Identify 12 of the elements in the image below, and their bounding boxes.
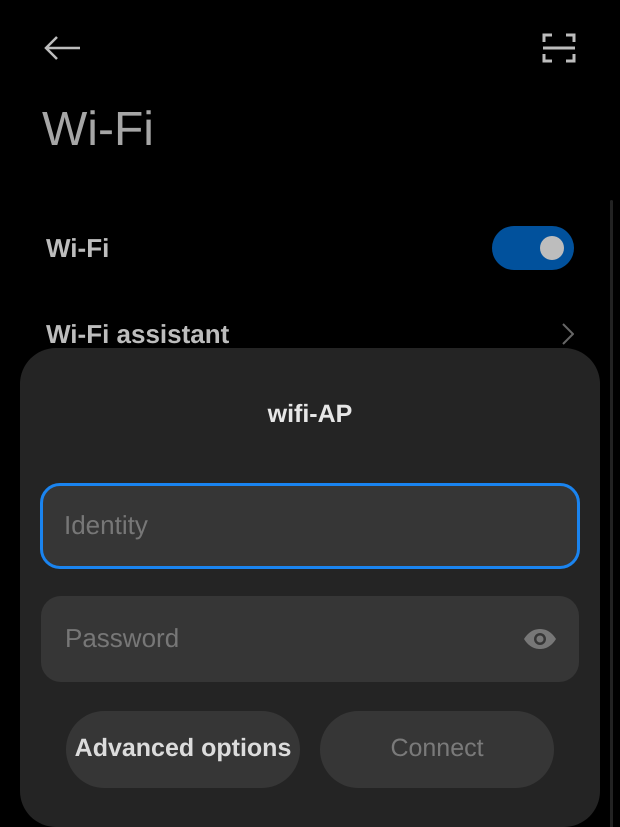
dialog-button[interactable]: Advanced options xyxy=(66,710,300,788)
password-field[interactable]: Password xyxy=(41,596,579,682)
setting-label: Wi-Fi assistant xyxy=(46,318,230,350)
dialog-title: wifi-AP xyxy=(268,399,352,430)
chevron-icon xyxy=(562,323,574,345)
page-title: Wi-Fi xyxy=(42,106,154,154)
scan-icon[interactable] xyxy=(542,32,576,64)
toggle-switch[interactable] xyxy=(492,226,574,270)
back-icon[interactable] xyxy=(44,36,82,60)
eye-icon[interactable] xyxy=(523,628,557,650)
setting-label: Wi-Fi xyxy=(46,232,110,264)
input-field[interactable]: Identity xyxy=(40,482,580,568)
